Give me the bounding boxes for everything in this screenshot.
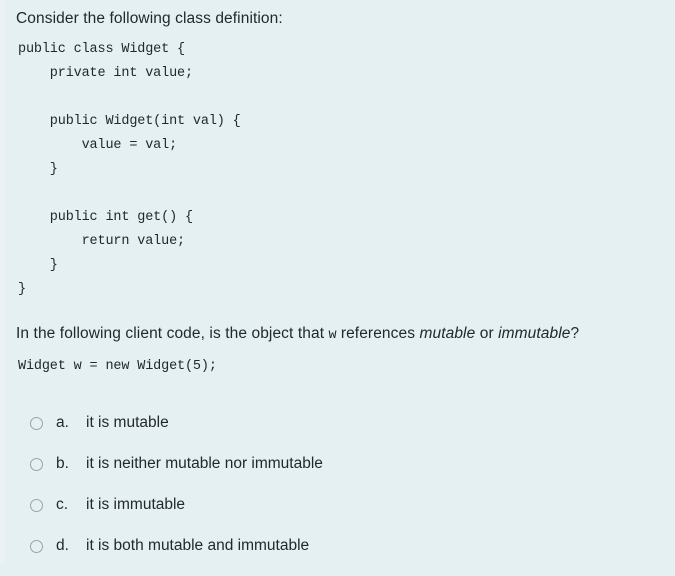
intro-prompt: Consider the following class definition: [16, 10, 283, 27]
radio-button-b[interactable] [30, 458, 43, 471]
option-label-a[interactable]: it is mutable [86, 412, 169, 434]
answer-option-a[interactable]: a. it is mutable [0, 412, 675, 453]
option-label-c[interactable]: it is immutable [86, 494, 185, 516]
answer-options-list: a. it is mutable b. it is neither mutabl… [0, 412, 675, 576]
class-definition-code-block: public class Widget { private int value;… [18, 42, 241, 297]
option-letter-b: b. [56, 455, 69, 472]
question-prompt: In the following client code, is the obj… [16, 324, 579, 346]
option-letter-d: d. [56, 537, 69, 554]
question-emphasis-mutable: mutable [419, 325, 476, 342]
answer-option-c[interactable]: c. it is immutable [0, 494, 675, 535]
radio-button-d[interactable] [30, 540, 43, 553]
answer-option-d[interactable]: d. it is both mutable and immutable [0, 535, 675, 576]
option-label-d[interactable]: it is both mutable and immutable [86, 535, 309, 557]
option-letter-a: a. [56, 414, 69, 431]
question-emphasis-immutable: immutable [498, 325, 571, 342]
question-text-part-2: references [336, 325, 420, 342]
radio-button-c[interactable] [30, 499, 43, 512]
option-letter-c: c. [56, 496, 69, 513]
question-page: Consider the following class definition:… [0, 0, 675, 563]
question-text-part-1: In the following client code, is the obj… [16, 325, 329, 342]
answer-option-b[interactable]: b. it is neither mutable nor immutable [0, 453, 675, 494]
question-text-part-3: or [475, 325, 499, 342]
client-code-block: Widget w = new Widget(5); [18, 359, 217, 374]
question-text-part-4: ? [570, 325, 580, 342]
option-label-b[interactable]: it is neither mutable nor immutable [86, 453, 323, 475]
radio-button-a[interactable] [30, 417, 43, 430]
